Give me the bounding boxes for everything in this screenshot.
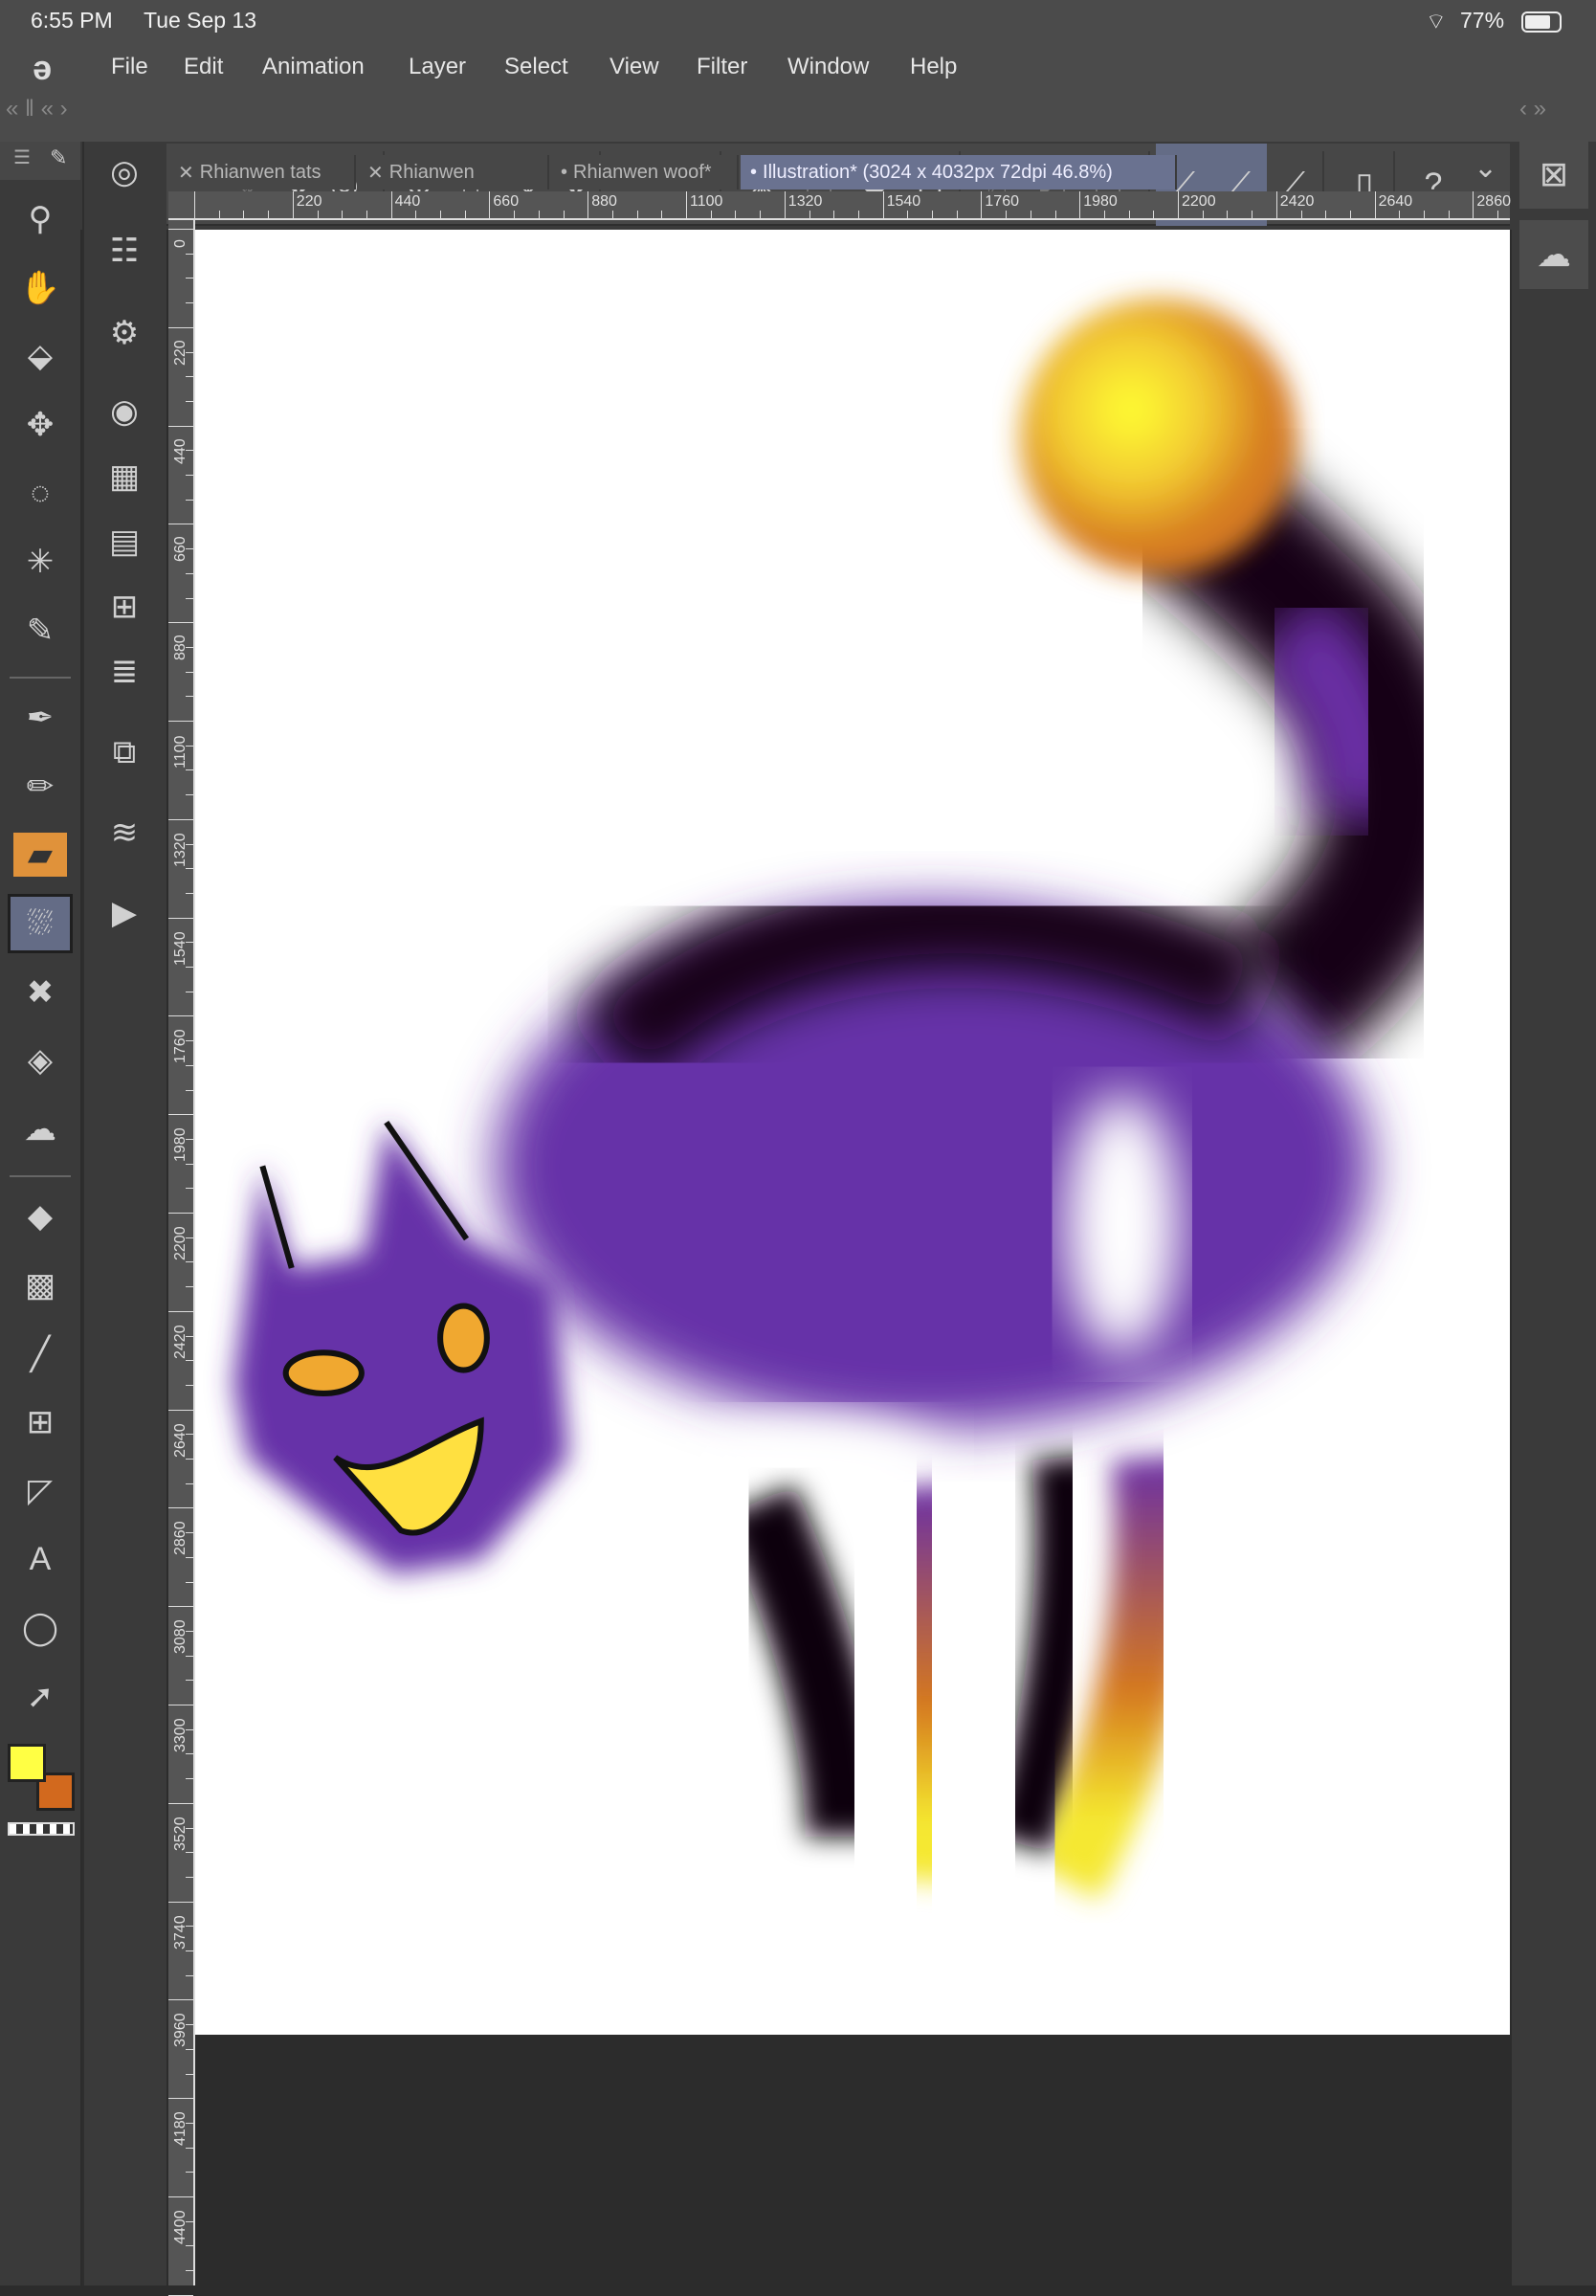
main-color-swatch[interactable] xyxy=(8,1744,46,1782)
cat-front-leg xyxy=(877,1482,971,1884)
right-panel xyxy=(1512,142,1596,2285)
cat-eye xyxy=(282,1349,365,1396)
cat-illustration xyxy=(233,299,1481,1901)
cat-tail-tip xyxy=(1020,299,1297,576)
delete-layer-icon[interactable]: ⊠ xyxy=(1519,140,1588,209)
cat-back-leg xyxy=(720,1484,886,1838)
blend-drops-icon[interactable]: ☁ xyxy=(1519,220,1588,289)
